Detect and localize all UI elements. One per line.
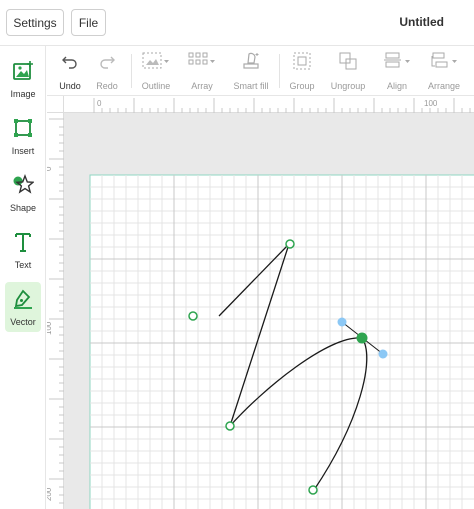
ruler-left-label-0: 0 <box>47 166 53 171</box>
top-bar: Settings File Untitled <box>0 0 474 46</box>
tool-vector[interactable]: Vector <box>5 282 41 332</box>
align-icon <box>384 52 410 68</box>
document-title: Untitled <box>399 15 444 29</box>
text-icon <box>15 233 31 252</box>
anchor-point[interactable] <box>225 421 235 431</box>
smart-fill-icon <box>243 52 259 69</box>
tool-text[interactable]: Text <box>5 225 41 275</box>
group-label: Group <box>289 81 315 91</box>
array-label: Array <box>191 81 213 91</box>
tool-insert[interactable]: Insert <box>5 111 41 161</box>
left-tool-panel: Image Insert Shape Text Vector <box>0 46 46 509</box>
tool-shape-label: Shape <box>9 203 37 213</box>
selected-anchor-point[interactable] <box>356 332 368 344</box>
settings-button[interactable]: Settings <box>6 9 64 36</box>
ruler-top-label-0: 0 <box>97 99 102 108</box>
outline-icon <box>142 52 169 69</box>
align-label: Align <box>386 81 407 91</box>
bezier-handle-in[interactable] <box>337 317 347 327</box>
pen-icon <box>14 289 32 309</box>
tool-text-label: Text <box>14 260 32 270</box>
file-button[interactable]: File <box>71 9 106 36</box>
align-button[interactable]: Align <box>382 50 412 91</box>
outline-button[interactable]: Outline <box>139 50 173 91</box>
shape-icon <box>13 174 34 194</box>
arrange-icon <box>431 52 457 68</box>
tool-insert-label: Insert <box>11 146 35 156</box>
vertical-ruler: 0 100 200 <box>44 113 64 509</box>
ruler-left-label-100: 100 <box>47 321 53 335</box>
redo-button[interactable]: Redo <box>94 50 120 91</box>
canvas-workspace[interactable] <box>64 113 474 509</box>
drawing-canvas[interactable] <box>64 113 474 509</box>
ungroup-label: Ungroup <box>330 81 366 91</box>
redo-label: Redo <box>96 81 118 91</box>
arrange-button[interactable]: Arrange <box>425 50 463 91</box>
group-icon <box>293 52 311 70</box>
arrange-label: Arrange <box>427 81 461 91</box>
tool-image[interactable]: Image <box>5 54 41 104</box>
outline-label: Outline <box>141 81 171 91</box>
smart-fill-button[interactable]: Smart fill <box>231 50 271 91</box>
undo-icon <box>62 56 77 69</box>
array-icon <box>188 52 215 65</box>
tool-image-label: Image <box>10 89 36 99</box>
ungroup-icon <box>339 52 357 70</box>
horizontal-ruler: 0 100 <box>64 96 474 113</box>
anchor-point[interactable] <box>188 311 198 321</box>
ruler-left-label-200: 200 <box>47 487 53 501</box>
toolbar-divider <box>279 54 280 88</box>
ungroup-button[interactable]: Ungroup <box>328 50 368 91</box>
undo-label: Undo <box>59 81 81 91</box>
insert-icon <box>14 119 32 137</box>
vertical-ruler-ticks: 0 100 200 <box>44 118 64 504</box>
tool-shape[interactable]: Shape <box>5 168 41 218</box>
undo-button[interactable]: Undo <box>57 50 83 91</box>
image-icon <box>13 61 33 80</box>
smart-fill-label: Smart fill <box>233 81 269 91</box>
ruler-corner <box>47 96 64 113</box>
tool-vector-label: Vector <box>10 317 36 327</box>
array-button[interactable]: Array <box>187 50 217 91</box>
anchor-point[interactable] <box>285 239 295 249</box>
edit-toolbar: Undo Redo Outline Array Smart fill Group… <box>47 46 474 96</box>
redo-icon <box>100 56 115 69</box>
horizontal-ruler-ticks: 0 100 <box>93 98 471 113</box>
group-button[interactable]: Group <box>287 50 317 91</box>
anchor-point[interactable] <box>308 485 318 495</box>
bezier-handle-out[interactable] <box>378 349 388 359</box>
ruler-top-label-100: 100 <box>424 99 438 108</box>
toolbar-divider <box>131 54 132 88</box>
